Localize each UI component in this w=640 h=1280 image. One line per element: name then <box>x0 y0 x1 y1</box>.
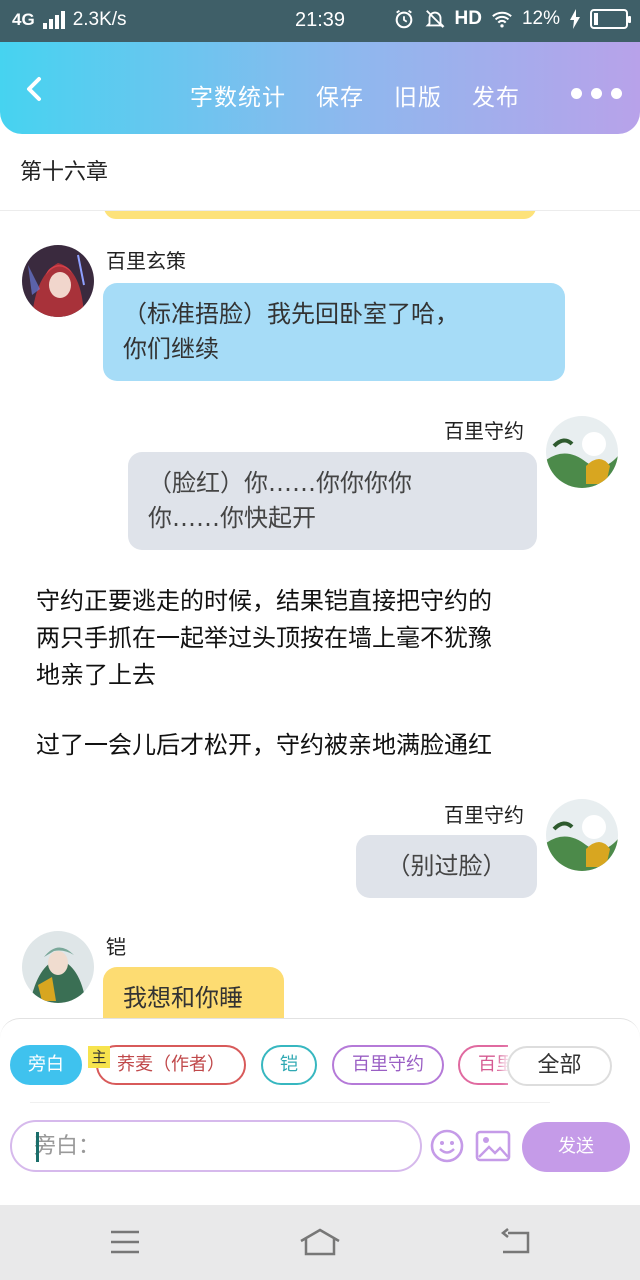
narration-line: 过了一会儿后才松开，守约被亲地满脸通红 <box>36 731 492 759</box>
speaker-name: 百里玄策 <box>106 249 186 273</box>
status-bar: 4G 2.3K/s 21:39 HD 12% <box>0 0 640 42</box>
role-chip-author[interactable]: 荞麦（作者） <box>96 1045 246 1085</box>
speaker-name: 铠 <box>106 935 126 959</box>
role-chip-narrator[interactable]: 旁白 <box>10 1045 82 1085</box>
speaker-name: 百里守约 <box>444 803 524 827</box>
menu-icon[interactable] <box>108 1227 142 1257</box>
send-button[interactable]: 发送 <box>522 1122 630 1172</box>
old-version-button[interactable]: 旧版 <box>394 78 442 112</box>
image-icon[interactable] <box>475 1130 511 1162</box>
home-icon[interactable] <box>298 1227 342 1257</box>
narration-text[interactable]: 过了一会儿后才松开，守约被亲地满脸通红 <box>36 727 606 764</box>
back-arrow-icon[interactable] <box>18 72 52 106</box>
message-line: 我想和你睡 <box>123 984 243 1012</box>
previous-bubble-tail <box>104 211 536 219</box>
more-options-icon[interactable] <box>571 88 622 99</box>
speaker-name: 百里守约 <box>444 419 524 443</box>
charging-icon <box>570 9 580 29</box>
mute-bell-icon <box>424 10 445 28</box>
role-chip-list[interactable]: 旁白 荞麦（作者） 铠 百里守约 百里 <box>10 1045 508 1087</box>
narration-line: 守约正要逃走的时候，结果铠直接把守约的 <box>36 587 492 615</box>
message-bubble[interactable]: 我想和你睡 <box>103 967 284 1019</box>
divider <box>30 1102 550 1103</box>
save-button[interactable]: 保存 <box>316 78 364 112</box>
back-icon[interactable] <box>498 1227 532 1257</box>
message-line: （脸红）你……你你你你 <box>148 469 412 497</box>
word-count-button[interactable]: 字数统计 <box>190 78 286 112</box>
narration-line: 两只手抓在一起举过头顶按在墙上毫不犹豫 <box>36 624 492 652</box>
avatar-shouyue[interactable] <box>546 416 618 488</box>
avatar-kai[interactable] <box>22 931 94 1003</box>
system-nav-bar <box>0 1205 640 1280</box>
battery-percent: 12% <box>521 8 560 29</box>
main-author-badge: 主 <box>88 1046 110 1068</box>
chat-scroll-area[interactable]: 百里玄策 （标准捂脸）我先回卧室了哈， 你们继续 百里守约 （脸红）你……你你你… <box>0 211 640 1019</box>
message-bubble[interactable]: （脸红）你……你你你你 你……你快起开 <box>128 452 537 550</box>
role-chip-shouyue[interactable]: 百里守约 <box>332 1045 444 1085</box>
message-line: 你们继续 <box>123 335 219 363</box>
message-line: （标准捂脸）我先回卧室了哈， <box>123 300 459 328</box>
editor-header: 字数统计 保存 旧版 发布 <box>0 42 640 134</box>
alarm-icon <box>395 9 412 29</box>
publish-button[interactable]: 发布 <box>472 78 520 112</box>
message-input-field[interactable] <box>10 1120 422 1172</box>
all-roles-button[interactable]: 全部 <box>507 1046 612 1086</box>
message-line: （别过脸） <box>386 852 507 880</box>
role-chip-kai[interactable]: 铠 <box>261 1045 317 1085</box>
narration-line: 地亲了上去 <box>36 661 156 689</box>
wifi-icon <box>492 11 512 28</box>
battery-icon <box>590 9 631 29</box>
message-bubble[interactable]: （别过脸） <box>356 835 537 898</box>
hd-indicator: HD <box>454 8 482 29</box>
narration-text[interactable]: 守约正要逃走的时候，结果铠直接把守约的 两只手抓在一起举过头顶按在墙上毫不犹豫 … <box>36 583 606 694</box>
avatar-xuance[interactable] <box>22 245 94 317</box>
text-caret <box>36 1132 39 1162</box>
header-actions: 字数统计 保存 旧版 发布 <box>190 78 520 112</box>
message-input[interactable] <box>34 1130 404 1162</box>
avatar-shouyue[interactable] <box>546 799 618 871</box>
message-line: 你……你快起开 <box>148 504 316 532</box>
role-chip-baili[interactable]: 百里 <box>458 1045 508 1085</box>
chapter-title[interactable]: 第十六章 <box>20 154 108 186</box>
status-right: HD 12% <box>393 8 631 30</box>
emoji-icon[interactable] <box>429 1128 465 1164</box>
message-bubble[interactable]: （标准捂脸）我先回卧室了哈， 你们继续 <box>103 283 565 381</box>
